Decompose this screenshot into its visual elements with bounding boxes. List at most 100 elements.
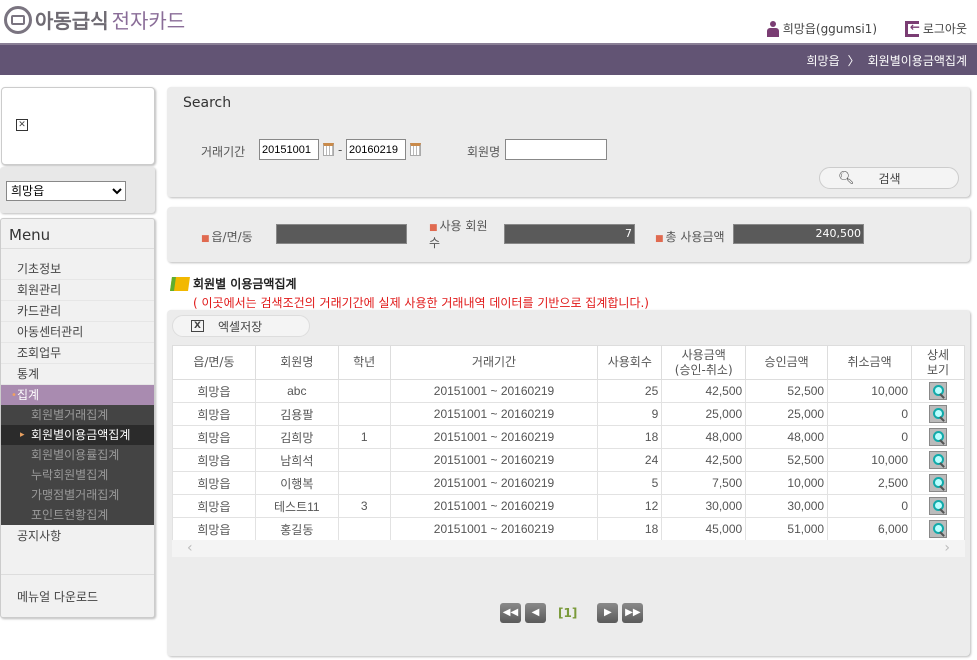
submenu-missing-members[interactable]: 누락회원별집계 [1,465,154,485]
table-cell [337,517,391,541]
magnifier-icon[interactable] [929,474,947,492]
date-to-input[interactable] [346,139,406,160]
table-cell: 0 [827,402,912,426]
table-cell: 42,500 [661,448,747,472]
table-cell: 5 [597,471,663,495]
town-select-box: 희망읍 [0,167,155,213]
table-row: 희망읍 김용팔 20151001 ~ 20160219 9 25,000 25,000 0 [172,402,965,426]
column-header: 승인금액 [745,345,829,380]
magnifier-icon[interactable] [929,497,947,515]
section-title: 회원별 이용금액집계 [170,275,297,292]
current-page[interactable]: [1] [558,606,577,620]
table-cell: 9 [597,402,663,426]
table-cell [337,402,391,426]
usage-table: 읍/면/동 회원명 학년 거래기간 사용회수 사용금액 (승인-취소) 승인금액 취소금액 상세… [172,345,965,541]
magnifier-icon[interactable] [929,405,947,423]
submenu-member-usage-amount[interactable]: 회원별이용금액집계 [1,425,154,445]
logout-button[interactable]: 로그아웃 [904,20,967,37]
table-row: 희망읍 이행복 20151001 ~ 20160219 5 7,500 10,000 2,5… [172,471,965,495]
submenu-member-transactions[interactable]: 회원별거래집계 [1,405,154,425]
first-page-button[interactable]: ◀◀ [500,603,521,623]
member-name-input[interactable] [505,139,607,160]
magnifier-icon[interactable] [929,428,947,446]
sidebar-item-centers[interactable]: 아동센터관리 [1,322,154,343]
table-cell: 희망읍 [172,494,256,518]
pagination: ◀◀ ◀ [1] ▶ ▶▶ [500,603,644,623]
detail-cell [911,379,965,403]
table-cell: 희망읍 [172,402,256,426]
sidebar-item-members[interactable]: 회원관리 [1,280,154,301]
table-row: 희망읍 abc 20151001 ~ 20160219 25 42,500 52,500 1… [172,379,965,403]
table-cell: 3 [337,494,391,518]
table-cell: 10,000 [827,448,912,472]
table-cell: 48,000 [661,425,747,449]
table-cell: 25 [597,379,663,403]
table-cell: 20151001 ~ 20160219 [389,402,599,426]
excel-save-button[interactable]: X 엑셀저장 [172,315,310,337]
date-from-input[interactable] [259,139,319,160]
scroll-left-icon[interactable]: ‹ [187,540,193,557]
breadcrumb: 희망읍 〉 회원별이용금액집계 [806,52,967,69]
table-cell: 48,000 [745,425,829,449]
search-icon: 🔍︎ [838,170,855,186]
column-header: 거래기간 [389,345,599,380]
manual-download-link[interactable]: 메뉴얼 다운로드 [1,587,154,608]
table-cell: 이행복 [254,471,339,495]
sidebar-item-aggregate[interactable]: 집계 [1,385,154,406]
table-cell: 20151001 ~ 20160219 [389,494,599,518]
date-separator: - [338,143,343,157]
sidebar-image-box: ✕ [1,87,155,165]
table-cell: 남희석 [254,448,339,472]
search-title: Search [183,95,232,111]
table-cell: 10,000 [827,379,912,403]
detail-cell [911,448,965,472]
horizontal-scrollbar[interactable]: ‹ › [172,540,965,557]
table-cell: 희망읍 [172,379,256,403]
summary-panel: ■ 읍/면/동 ■ 사용 회원수 7 ■ 총 사용금액 240,500 [167,207,970,262]
table-cell: 20151001 ~ 20160219 [389,517,599,541]
magnifier-icon[interactable] [929,382,947,400]
column-header: 학년 [337,345,391,380]
sidebar-item-notice[interactable]: 공지사항 [1,526,154,547]
scroll-right-icon[interactable]: › [944,540,950,557]
magnifier-icon[interactable] [929,451,947,469]
detail-cell [911,494,965,518]
calendar-icon[interactable] [410,143,421,156]
magnifier-icon[interactable] [929,520,947,538]
next-page-button[interactable]: ▶ [597,603,619,623]
search-button[interactable]: 🔍︎ 검색 [819,167,959,189]
sidebar-item-basic-info[interactable]: 기초정보 [1,259,154,280]
total-label: ■ 총 사용금액 [655,230,725,244]
table-cell: 김희망 [254,425,339,449]
column-header: 취소금액 [827,345,912,380]
town-label: ■ 읍/면/동 [201,230,253,244]
town-select[interactable]: 희망읍 [6,181,126,201]
table-cell [337,379,391,403]
submenu-points[interactable]: 포인트현황집계 [1,505,154,525]
submenu-merchant-transactions[interactable]: 가맹점별거래집계 [1,485,154,505]
logo-main: 아동급식 [35,9,109,33]
logo[interactable]: 아동급식 전자카드 [4,5,185,34]
table-cell: 10,000 [745,471,829,495]
column-header: 회원명 [254,345,339,380]
breadcrumb-item: 희망읍 [806,54,840,68]
column-header: 사용회수 [597,345,663,380]
table-cell: 42,500 [661,379,747,403]
section-title-text: 회원별 이용금액집계 [193,277,297,291]
submenu-member-usage-rate[interactable]: 회원별이용률집계 [1,445,154,465]
logout-label: 로그아웃 [922,22,967,36]
table-cell: 홍길동 [254,517,339,541]
sidebar-item-inquiry[interactable]: 조회업무 [1,343,154,364]
last-page-button[interactable]: ▶▶ [622,603,644,623]
prev-page-button[interactable]: ◀ [525,603,546,623]
table-cell: 20151001 ~ 20160219 [389,471,599,495]
sidebar-item-cards[interactable]: 카드관리 [1,301,154,322]
column-header: 상세 보기 [911,345,965,380]
table-panel: X 엑셀저장 읍/면/동 회원명 학년 거래기간 사용회수 사용금액 (승인-취소) 승인금… [167,310,970,656]
sidebar-item-statistics[interactable]: 통계 [1,364,154,385]
calendar-icon[interactable] [323,143,334,156]
folder-icon [170,276,190,291]
table-cell: 52,500 [745,379,829,403]
table-cell: 김용팔 [254,402,339,426]
table-cell: 0 [827,494,912,518]
